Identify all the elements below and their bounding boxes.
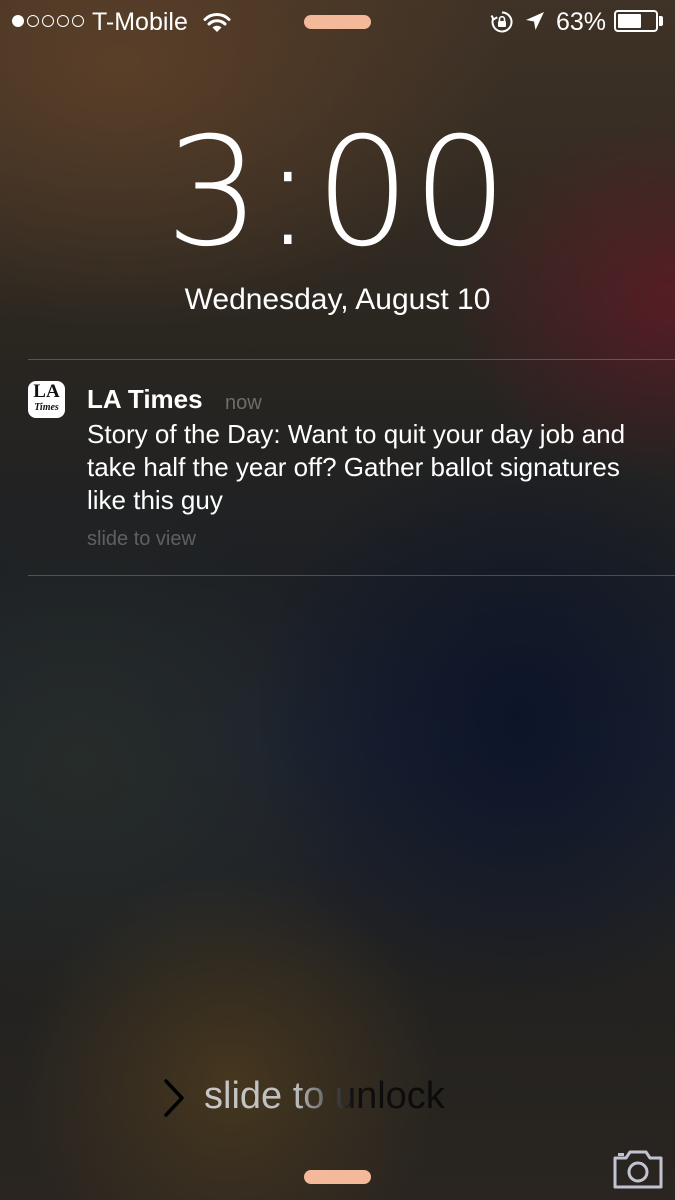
carrier-name: T-Mobile bbox=[92, 8, 188, 36]
battery-percent: 63% bbox=[556, 8, 607, 36]
top-indicator-pill bbox=[304, 15, 371, 29]
lock-screen-time: 3:00 bbox=[165, 106, 510, 280]
signal-dot bbox=[42, 15, 54, 27]
notification-body: Story of the Day: Want to quit your day … bbox=[87, 419, 626, 515]
notification-action-hint[interactable]: slide to view bbox=[87, 526, 196, 552]
lock-screen-date: Wednesday, August 10 bbox=[184, 283, 491, 316]
notification-time: now bbox=[225, 392, 262, 414]
la-times-app-icon: LA Times bbox=[28, 381, 65, 418]
notification-app-name: LA Times bbox=[87, 384, 203, 414]
location-arrow-icon bbox=[526, 12, 544, 30]
rotation-lock-icon bbox=[490, 11, 513, 33]
battery-tip bbox=[659, 16, 663, 26]
status-bar: T-Mobile 63% bbox=[0, 0, 675, 44]
signal-dot bbox=[27, 15, 39, 27]
signal-dot bbox=[12, 15, 24, 27]
battery-level bbox=[618, 14, 641, 28]
app-icon-logo-bottom: Times bbox=[34, 402, 59, 413]
signal-dot bbox=[57, 15, 69, 27]
camera-icon[interactable] bbox=[612, 1148, 664, 1190]
signal-strength-indicator bbox=[12, 15, 84, 27]
notification-divider bbox=[28, 575, 675, 576]
battery-icon bbox=[614, 10, 658, 32]
app-icon-logo-top: LA bbox=[33, 381, 60, 402]
slide-to-unlock[interactable]: slide to unlock bbox=[204, 1072, 445, 1120]
bottom-indicator-pill bbox=[304, 1170, 371, 1184]
signal-dot bbox=[72, 15, 84, 27]
chevron-right-icon[interactable] bbox=[163, 1078, 185, 1118]
notification-divider bbox=[28, 359, 675, 360]
wifi-icon bbox=[203, 13, 231, 32]
